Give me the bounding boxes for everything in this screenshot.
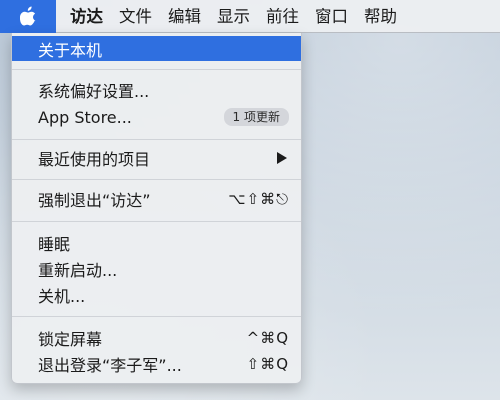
menu-file[interactable]: 文件	[111, 0, 160, 33]
menu-item-label: 最近使用的项目	[38, 150, 151, 169]
menu-item-label: 系统偏好设置...	[38, 82, 150, 101]
menu-item-label: 强制退出“访达”	[38, 191, 151, 210]
menu-item-force-quit[interactable]: 强制退出“访达” ⌥⇧⌘⎋	[12, 188, 301, 210]
menu-view[interactable]: 显示	[209, 0, 258, 33]
menu-item-system-preferences[interactable]: 系统偏好设置...	[12, 79, 301, 101]
menu-item-label: 睡眠	[38, 235, 71, 254]
menu-go[interactable]: 前往	[258, 0, 307, 33]
keyboard-shortcut: ⇧⌘Q	[246, 355, 289, 373]
keyboard-shortcut: ^⌘Q	[246, 329, 289, 347]
menu-separator	[12, 179, 301, 180]
menu-bar: 访达 文件 编辑 显示 前往 窗口 帮助	[0, 0, 500, 33]
menu-item-lock-screen[interactable]: 锁定屏幕 ^⌘Q	[12, 327, 301, 349]
keyboard-shortcut: ⌥⇧⌘⎋	[228, 190, 289, 208]
menu-separator	[12, 69, 301, 70]
menu-item-label: App Store...	[38, 107, 132, 127]
menu-help[interactable]: 帮助	[356, 0, 405, 33]
menu-item-app-store[interactable]: App Store... 1 项更新	[12, 106, 301, 128]
menu-item-restart[interactable]: 重新启动...	[12, 258, 301, 280]
menu-separator	[12, 221, 301, 222]
menu-item-shut-down[interactable]: 关机...	[12, 284, 301, 306]
menu-item-label: 锁定屏幕	[38, 330, 103, 349]
menu-item-label: 退出登录“李子军”...	[38, 356, 182, 375]
update-badge: 1 项更新	[223, 108, 289, 126]
menu-separator	[12, 139, 301, 140]
menu-item-label: 关于本机	[38, 40, 103, 60]
menu-finder[interactable]: 访达	[56, 0, 111, 33]
menu-item-log-out[interactable]: 退出登录“李子军”... ⇧⌘Q	[12, 353, 301, 375]
menu-edit[interactable]: 编辑	[160, 0, 209, 33]
menu-item-label: 重新启动...	[38, 261, 118, 280]
menu-separator	[12, 316, 301, 317]
apple-dropdown-menu: 关于本机 系统偏好设置... App Store... 1 项更新 最近使用的项…	[11, 33, 302, 384]
apple-logo-icon	[19, 6, 37, 26]
menu-item-label: 关机...	[38, 287, 86, 306]
triangle-right-icon	[277, 152, 287, 164]
apple-menu-button[interactable]	[0, 0, 56, 33]
menu-item-about-this-mac[interactable]: 关于本机	[12, 36, 301, 61]
menu-item-recent-items[interactable]: 最近使用的项目	[12, 147, 301, 169]
menu-item-sleep[interactable]: 睡眠	[12, 232, 301, 254]
menu-window[interactable]: 窗口	[307, 0, 356, 33]
